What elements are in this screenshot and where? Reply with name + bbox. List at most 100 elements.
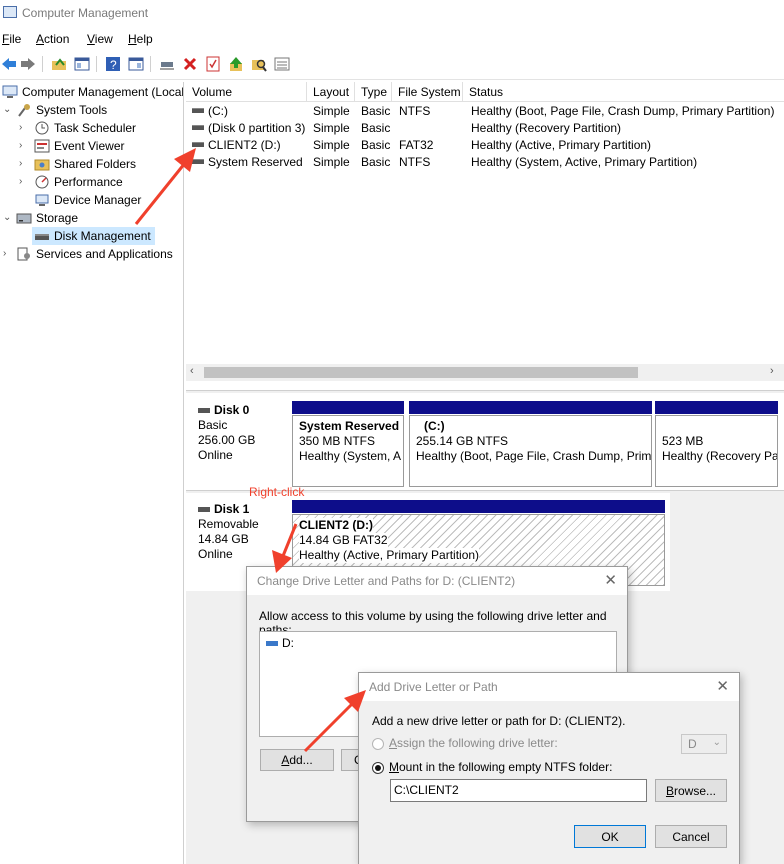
partition-size: 255.14 GB NTFS — [416, 434, 509, 448]
tree-item-performance[interactable]: Performance — [34, 173, 123, 191]
clock-icon — [35, 121, 49, 135]
tree-item-task-scheduler[interactable]: Task Scheduler — [34, 119, 136, 137]
table-row[interactable]: (Disk 0 partition 3) Simple Basic Health… — [186, 119, 784, 136]
partition-status: Healthy (System, A — [299, 449, 402, 463]
column-header-file-system[interactable]: File System — [392, 82, 463, 102]
cell-type: Basic — [361, 138, 391, 152]
partition-bar — [292, 500, 665, 513]
scroll-left-icon[interactable]: ‹ — [190, 365, 194, 377]
disk-1-info[interactable]: Disk 1 Removable 14.84 GB Online — [198, 502, 259, 562]
tree-item-system-tools[interactable]: System Tools — [16, 101, 107, 119]
menu-view[interactable]: View — [87, 32, 113, 46]
tree-item-label: Task Scheduler — [54, 121, 137, 135]
event-viewer-icon — [34, 139, 50, 153]
tree-root[interactable]: Computer Management (Local — [2, 83, 184, 101]
menu-file[interactable]: File — [2, 32, 21, 46]
partition-c[interactable]: (C:) 255.14 GB NTFS Healthy (Boot, Page … — [409, 415, 652, 487]
cell-status: Healthy (Active, Primary Partition) — [471, 138, 652, 152]
help-icon[interactable]: ? — [104, 55, 122, 73]
back-icon[interactable] — [0, 55, 18, 73]
system-tools-icon — [18, 104, 30, 117]
mount-folder-rest: ount in the following empty NTFS folder: — [399, 760, 613, 774]
show-hide-tree-icon[interactable] — [73, 55, 91, 73]
close-icon[interactable]: ✕ — [604, 571, 617, 589]
chevron-right-icon[interactable]: › — [19, 158, 22, 169]
browse-button[interactable]: Browse... — [655, 779, 727, 802]
disk-1-name: Disk 1 — [214, 502, 250, 516]
folder-path-input[interactable]: C:\CLIENT2 — [390, 779, 647, 802]
volume-icon — [192, 142, 204, 147]
storage-icon — [16, 213, 32, 224]
assign-letter-key: A — [389, 736, 398, 750]
disk-0-state: Online — [198, 448, 233, 462]
scrollbar-thumb[interactable] — [204, 367, 638, 378]
search-folder-icon[interactable] — [250, 55, 268, 73]
computer-icon — [2, 85, 18, 98]
list-item[interactable]: D: — [266, 636, 294, 650]
tree-item-services[interactable]: Services and Applications — [16, 245, 173, 263]
delete-icon[interactable] — [181, 55, 199, 73]
partition-bar — [409, 401, 652, 414]
table-row[interactable]: (C:) Simple Basic NTFS Healthy (Boot, Pa… — [186, 102, 784, 119]
chevron-right-icon[interactable]: › — [19, 176, 22, 187]
forward-icon[interactable] — [19, 55, 37, 73]
mount-folder-radio[interactable] — [372, 762, 384, 774]
navigation-tree: Computer Management (Local ⌄ System Tool… — [0, 82, 184, 864]
tree-item-label: Performance — [54, 175, 123, 189]
close-icon[interactable]: ✕ — [716, 677, 729, 695]
column-header-volume[interactable]: Volume — [186, 82, 307, 102]
tree-root-label: Computer Management (Local — [22, 85, 184, 99]
properties-icon[interactable] — [127, 55, 145, 73]
svg-text:?: ? — [110, 58, 117, 72]
partition-status: Healthy (Boot, Page File, Crash Dump, Pr… — [416, 449, 652, 463]
drive-letter-select[interactable]: D ⌄ — [681, 734, 727, 754]
services-icon — [17, 247, 30, 261]
partition-system-reserved[interactable]: System Reserved 350 MB NTFS Healthy (Sys… — [292, 415, 404, 487]
column-header-status[interactable]: Status — [463, 82, 784, 102]
tree-item-label: Shared Folders — [54, 157, 137, 171]
connect-icon[interactable] — [158, 55, 176, 73]
cancel-button[interactable]: Cancel — [655, 825, 727, 848]
up-folder-icon[interactable] — [50, 55, 68, 73]
tree-item-event-viewer[interactable]: Event Viewer — [34, 137, 124, 155]
chevron-right-icon[interactable]: › — [19, 140, 22, 151]
browse-button-key: B — [665, 783, 674, 798]
horizontal-scrollbar[interactable]: ‹ › — [186, 364, 784, 381]
menu-action-key: A — [36, 32, 45, 46]
chevron-down-icon[interactable]: ⌄ — [3, 104, 11, 115]
disk-0-info[interactable]: Disk 0 Basic 256.00 GB Online — [198, 403, 255, 463]
list-view-icon[interactable] — [273, 55, 291, 73]
up-arrow-icon[interactable] — [227, 55, 245, 73]
tree-item-label: Disk Management — [54, 229, 151, 243]
table-row[interactable]: System Reserved Simple Basic NTFS Health… — [186, 153, 784, 170]
drive-path-entry: D: — [282, 636, 294, 650]
dialog-title: Change Drive Letter and Paths for D: (CL… — [257, 574, 516, 588]
chevron-right-icon[interactable]: › — [19, 122, 22, 133]
menu-help-key: H — [128, 32, 137, 46]
tree-item-shared-folders[interactable]: Shared Folders — [34, 155, 136, 173]
partition-bar — [292, 401, 404, 414]
tree-item-storage[interactable]: Storage — [16, 209, 78, 227]
menu-action[interactable]: Action — [36, 32, 69, 46]
checklist-icon[interactable] — [204, 55, 222, 73]
chevron-right-icon[interactable]: › — [3, 248, 6, 259]
dialog-title-bar: Add Drive Letter or Path ✕ — [359, 673, 739, 701]
dialog-title: Add Drive Letter or Path — [369, 680, 498, 694]
add-button-key: A — [281, 753, 290, 767]
tree-item-label: System Tools — [36, 103, 108, 117]
column-header-layout[interactable]: Layout — [307, 82, 355, 102]
add-button[interactable]: Add... — [260, 749, 334, 771]
menu-help[interactable]: Help — [128, 32, 153, 46]
tree-item-device-manager[interactable]: Device Manager — [34, 191, 141, 209]
chevron-down-icon[interactable]: ⌄ — [3, 212, 11, 223]
column-header-type[interactable]: Type — [355, 82, 392, 102]
assign-letter-radio[interactable] — [372, 738, 384, 750]
volume-icon — [192, 108, 204, 113]
partition-recovery[interactable]: 523 MB Healthy (Recovery Pa — [655, 415, 778, 487]
table-row[interactable]: CLIENT2 (D:) Simple Basic FAT32 Healthy … — [186, 136, 784, 153]
drive-icon — [266, 640, 278, 646]
partition-size: 350 MB NTFS — [299, 434, 376, 448]
ok-button[interactable]: OK — [574, 825, 646, 848]
tree-item-disk-management[interactable]: Disk Management — [32, 227, 155, 245]
scroll-right-icon[interactable]: › — [770, 365, 774, 377]
